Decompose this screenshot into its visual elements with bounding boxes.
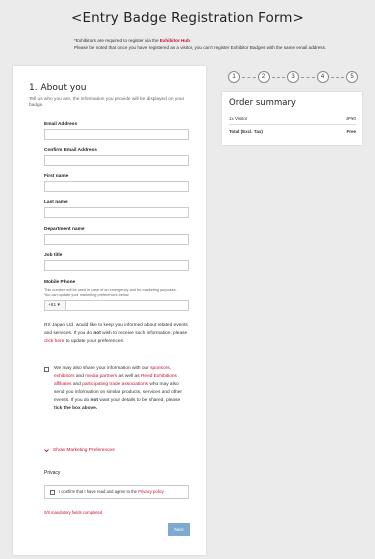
confirm-email-label: Confirm Email Address (44, 148, 97, 153)
notice-line-1: *Exhibitors are required to register via… (74, 37, 370, 44)
privacy-text-body: I confirm that I have read and agree to … (59, 489, 139, 494)
order-summary-title: Order summary (229, 98, 296, 108)
order-total-label: Total (Excl. Tax) (229, 129, 263, 134)
step-connector (301, 76, 315, 78)
order-item-row: 1x Visitor JP¥0 (229, 116, 356, 121)
media-partners-link[interactable]: media partners (85, 374, 117, 379)
show-marketing-label: Show Marketing Preferences (53, 448, 115, 453)
exhibitor-hub-link[interactable]: Exhibitor Hub (160, 38, 190, 43)
email-label: Email Address (44, 122, 78, 127)
confirm-email-field[interactable] (44, 155, 189, 166)
order-total-row: Total (Excl. Tax) Free (229, 129, 356, 134)
department-label: Department name (44, 227, 85, 232)
privacy-row: I confirm that I have read and agree to … (44, 485, 189, 499)
exhibitors-link[interactable]: exhibitors (54, 374, 75, 379)
mobile-help-text: This number will be used in case of an e… (44, 288, 177, 297)
section-title: 1. About you (29, 83, 87, 93)
chevron-down-icon (44, 449, 49, 453)
privacy-policy-link[interactable]: Privacy policy (138, 489, 164, 494)
privacy-text: I confirm that I have read and agree to … (59, 489, 164, 495)
consent-text-2: wish to receive such information, please (100, 331, 188, 336)
notice-line-1-text: *Exhibitors are required to register via… (74, 38, 160, 43)
notice-line-2: Please be noted that once you have regis… (74, 45, 327, 50)
page-header: <Entry Badge Registration Form> (0, 0, 375, 36)
email-field[interactable] (44, 129, 189, 140)
consent-not: not (93, 331, 101, 336)
trade-associations-link[interactable]: participating trade associations (82, 382, 148, 387)
notice: *Exhibitors are required to register via… (74, 37, 370, 51)
share-not: not (90, 398, 99, 403)
privacy-heading: Privacy (44, 470, 61, 476)
mandatory-fields-status: 0/8 mandatory fields completed (44, 510, 103, 515)
phone-country-select[interactable]: +81 ▾ (44, 300, 66, 311)
chevron-down-icon: ▾ (57, 303, 60, 308)
job-title-label: Job title (44, 253, 63, 258)
last-name-field[interactable] (44, 207, 189, 218)
share-text-7: want your details to be shared, please (98, 398, 181, 403)
section-subtitle: Tell us who you are, the information you… (29, 97, 185, 108)
share-text-1: We may also share your information with … (54, 366, 151, 371)
page-title: <Entry Badge Registration Form> (71, 10, 304, 26)
step-1: 1 (228, 71, 240, 83)
click-here-link[interactable]: click here (44, 339, 64, 344)
order-item-price: JP¥0 (345, 116, 356, 121)
share-text-4: as well as (117, 374, 141, 379)
next-button[interactable]: Next (168, 523, 190, 536)
consent-text-3: to update your preferences. (64, 339, 125, 344)
share-text-3: and (74, 374, 86, 379)
department-field[interactable] (44, 234, 189, 245)
progress-steps: 1 2 3 4 5 (228, 70, 358, 84)
last-name-label: Last name (44, 200, 68, 205)
share-info-checkbox[interactable] (44, 367, 49, 372)
order-total-value: Free (346, 129, 356, 134)
step-connector (271, 76, 285, 78)
job-title-field[interactable] (44, 260, 189, 271)
show-marketing-preferences-button[interactable]: Show Marketing Preferences (44, 448, 115, 453)
privacy-checkbox[interactable] (50, 490, 55, 495)
marketing-consent-text: RX Japan Ltd. would like to keep you inf… (44, 322, 189, 346)
step-connector (242, 76, 256, 78)
step-2: 2 (257, 71, 270, 83)
share-tick-box: tick the box above. (54, 406, 98, 411)
share-info-text: We may also share your information with … (54, 365, 189, 413)
step-5: 5 (346, 71, 358, 83)
first-name-field[interactable] (44, 181, 189, 192)
mobile-field[interactable] (65, 300, 189, 311)
share-text-2: , (169, 366, 171, 371)
phone-prefix-value: +81 (48, 303, 57, 308)
step-connector (330, 76, 344, 78)
mobile-label: Mobile Phone (44, 280, 76, 285)
order-item-label: 1x Visitor (229, 116, 248, 121)
sponsors-link[interactable]: sponsors (150, 366, 169, 371)
step-4: 4 (316, 71, 329, 83)
step-3: 3 (287, 71, 299, 83)
share-text-5: and (71, 382, 83, 387)
first-name-label: First name (44, 174, 69, 179)
order-divider (229, 124, 356, 125)
